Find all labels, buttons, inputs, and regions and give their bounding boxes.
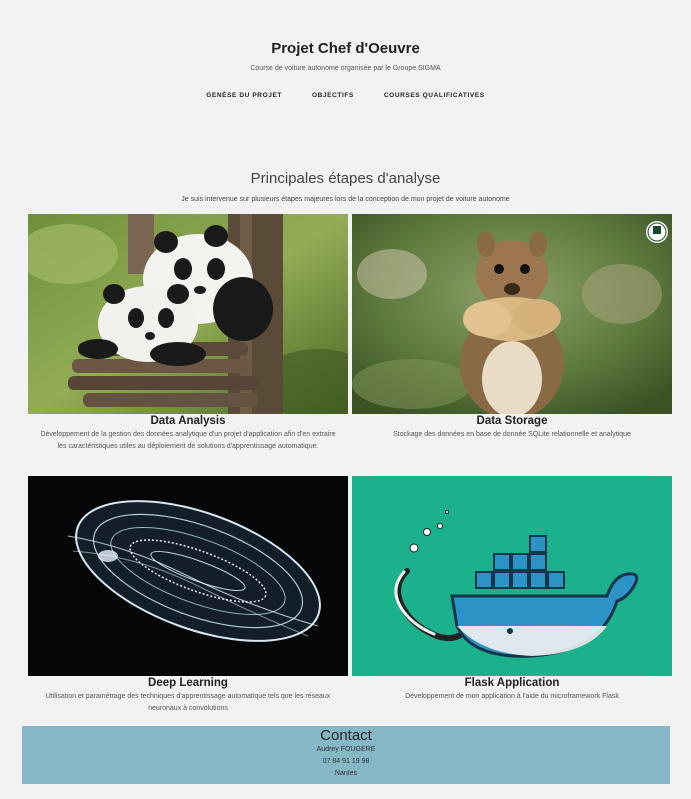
- section-title: Principales étapes d'analyse: [250, 170, 441, 187]
- contact-name: Audrey FOUGERE: [316, 746, 376, 753]
- squirrel-photo: [352, 214, 672, 414]
- card-data-analysis: Data Analysis Développement de la gestio…: [28, 214, 348, 453]
- card-data-storage: Data Storage Stockage des données en bas…: [352, 214, 672, 441]
- card-title: Data Storage: [476, 415, 548, 427]
- card-flask-application: Flask Application Développement de mon a…: [352, 476, 672, 703]
- nav-item-genese[interactable]: GENÈSE DU PROJET: [206, 92, 282, 99]
- contact-city: Nantes: [334, 770, 358, 777]
- docker-whale-illustration: [352, 476, 672, 676]
- card-description: Stockage des données en base de donnée S…: [393, 431, 631, 438]
- card-description: Développement de la gestion des données …: [40, 431, 336, 450]
- card-title: Deep Learning: [148, 677, 228, 689]
- card-description: Développement de mon application à l'aid…: [405, 693, 619, 700]
- card-title: Data Analysis: [150, 415, 226, 427]
- contact-section: Contact Audrey FOUGERE 07 84 91 19 98 Na…: [22, 726, 670, 784]
- contact-phone[interactable]: 07 84 91 19 98: [22, 756, 670, 768]
- main-nav: GENÈSE DU PROJET OBJECTIFS COURSES QUALI…: [0, 92, 691, 99]
- card-description: Utilisation et paramétrage des technique…: [45, 693, 331, 712]
- nav-item-courses[interactable]: COURSES QUALIFICATIVES: [384, 92, 485, 99]
- jellyfish-photo: [28, 476, 348, 676]
- card-deep-learning: Deep Learning Utilisation et paramétrage…: [28, 476, 348, 715]
- site-subtitle: Course de voiture autonome organisée par…: [250, 65, 441, 72]
- panda-photo: [28, 214, 348, 414]
- contact-title: Contact: [320, 727, 372, 744]
- nav-item-objectifs[interactable]: OBJECTIFS: [312, 92, 354, 99]
- card-title: Flask Application: [464, 677, 560, 689]
- site-title: Projet Chef d'Oeuvre: [271, 40, 420, 57]
- section-subtitle: Je suis intervenue sur plusieurs étapes …: [181, 196, 510, 203]
